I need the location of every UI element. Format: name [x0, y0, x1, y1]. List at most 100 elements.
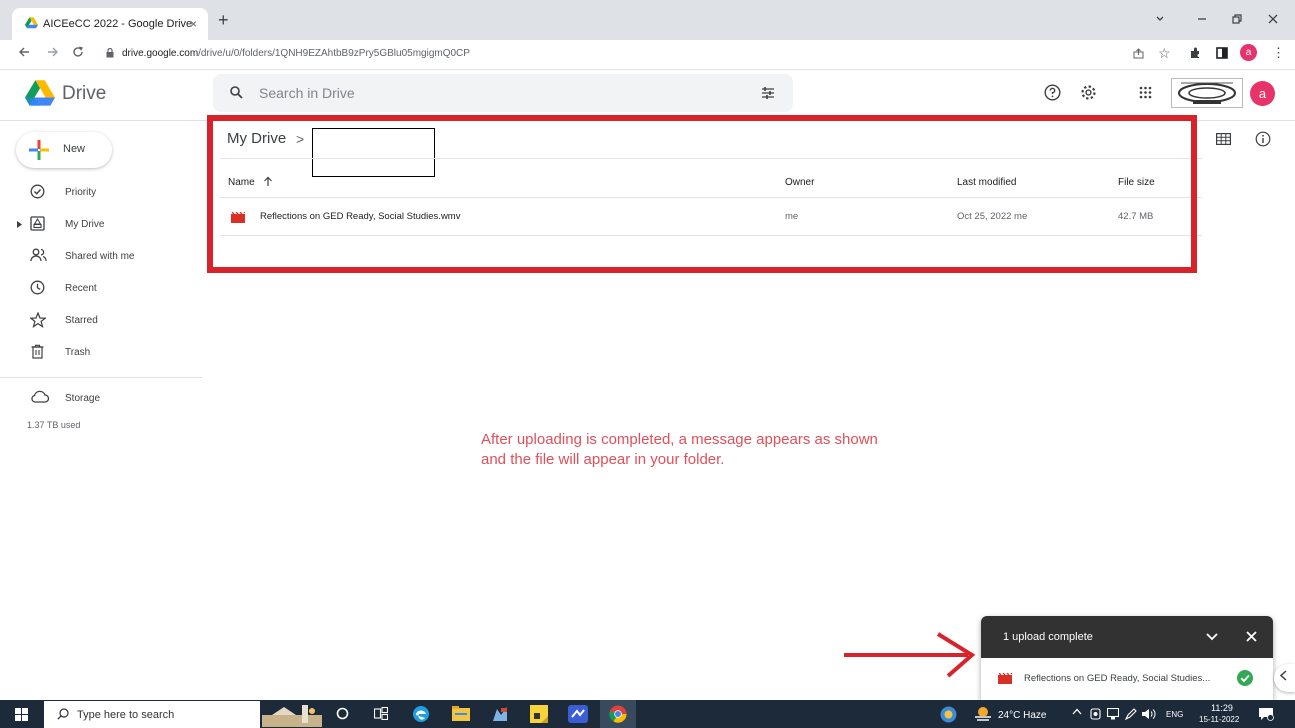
- store-app-icon[interactable]: [491, 705, 509, 722]
- sidebar-item-label: Recent: [65, 283, 97, 294]
- upload-status-panel: 1 upload complete Reflections on GED Rea…: [981, 616, 1273, 700]
- tab-title: AICEeCC 2022 - Google Drive: [43, 18, 193, 30]
- profile-avatar[interactable]: a: [1240, 44, 1257, 61]
- annotation-arrow-icon: [842, 630, 978, 680]
- search-bar[interactable]: Search in Drive: [213, 74, 793, 112]
- browser-tab-strip: AICEeCC 2022 - Google Drive × +: [0, 0, 1295, 40]
- settings-gear-icon[interactable]: [1080, 84, 1097, 101]
- tray-overflow-chevron-icon[interactable]: [1072, 708, 1082, 715]
- taskbar-search-input[interactable]: Type here to search: [77, 709, 174, 721]
- collapse-chevron-icon[interactable]: [1206, 633, 1218, 641]
- app-icon[interactable]: [568, 705, 588, 723]
- sidebar-item-label: My Drive: [65, 219, 105, 230]
- restore-icon[interactable]: [1232, 14, 1242, 24]
- volume-icon[interactable]: [1142, 708, 1156, 720]
- task-view-icon[interactable]: [374, 707, 388, 720]
- window-close-icon[interactable]: [1268, 14, 1278, 24]
- expand-arrow-icon[interactable]: [17, 221, 22, 228]
- browser-tab[interactable]: AICEeCC 2022 - Google Drive ×: [12, 8, 208, 40]
- side-panel-icon[interactable]: [1216, 47, 1228, 59]
- tab-close-icon[interactable]: ×: [190, 17, 197, 31]
- sidebar-item-trash[interactable]: Trash: [0, 340, 200, 366]
- notifications-icon[interactable]: [1258, 707, 1274, 721]
- search-highlights-image-icon[interactable]: [262, 703, 322, 727]
- windows-start-icon[interactable]: [15, 708, 28, 721]
- clock-icon: [30, 280, 45, 295]
- network-icon[interactable]: [1107, 708, 1119, 720]
- close-panel-icon[interactable]: [1246, 631, 1257, 642]
- search-options-icon[interactable]: [761, 86, 775, 100]
- file-explorer-icon[interactable]: [452, 706, 470, 721]
- help-icon[interactable]: [1044, 84, 1061, 101]
- shared-icon: [30, 248, 47, 263]
- bookmark-star-icon[interactable]: ☆: [1158, 45, 1171, 62]
- sidebar-item-label: Trash: [65, 347, 91, 358]
- sidebar-item-priority[interactable]: Priority: [0, 180, 200, 206]
- uploaded-file-name[interactable]: Reflections on GED Ready, Social Studies…: [1024, 673, 1210, 684]
- clock-date[interactable]: 15-11-2022: [1199, 715, 1239, 724]
- pen-icon[interactable]: [1125, 708, 1137, 720]
- sidebar-divider: [0, 377, 202, 378]
- cortana-icon[interactable]: [336, 707, 349, 720]
- chrome-icon: [609, 705, 627, 723]
- edge-browser-icon[interactable]: [412, 705, 430, 723]
- drive-title[interactable]: Drive: [62, 83, 106, 105]
- grid-view-icon[interactable]: [1216, 133, 1231, 145]
- browser-toolbar: drive.google.com/drive/u/0/folders/1QNH9…: [0, 40, 1295, 70]
- my-drive-icon: [30, 216, 45, 231]
- windows-taskbar: Type here to search 24°C Haze ENG 11:29 …: [0, 700, 1295, 728]
- reload-icon[interactable]: [72, 46, 84, 58]
- sidebar-item-label: Starred: [65, 315, 98, 326]
- chrome-taskbar-button[interactable]: [600, 700, 636, 728]
- extensions-icon[interactable]: [1189, 47, 1201, 59]
- trash-icon: [30, 344, 45, 359]
- address-bar[interactable]: drive.google.com/drive/u/0/folders/1QNH9…: [122, 48, 470, 59]
- upload-panel-header: 1 upload complete: [981, 616, 1273, 658]
- sidebar-item-starred[interactable]: Starred: [0, 308, 200, 334]
- annotation-line-1: After uploading is completed, a message …: [481, 431, 878, 448]
- sidebar-item-my-drive[interactable]: My Drive: [0, 212, 200, 238]
- new-tab-button[interactable]: +: [218, 11, 229, 29]
- search-icon: [57, 708, 69, 720]
- language-indicator[interactable]: ENG: [1166, 710, 1183, 719]
- taskbar-search-box[interactable]: Type here to search: [44, 701, 260, 728]
- sidebar-item-recent[interactable]: Recent: [0, 276, 200, 302]
- drive-favicon-icon: [25, 17, 38, 29]
- info-icon[interactable]: [1255, 131, 1271, 147]
- url-path: /drive/u/0/folders/1QNH9EZAhtbB9zPry5GBl…: [198, 48, 470, 59]
- organization-logo-icon[interactable]: [1171, 78, 1243, 108]
- tray-app-icon[interactable]: [1090, 708, 1101, 720]
- share-icon[interactable]: [1133, 48, 1144, 59]
- priority-icon: [30, 184, 45, 199]
- browser-menu-icon[interactable]: ⋮: [1272, 45, 1285, 61]
- plus-icon: [29, 140, 49, 160]
- drive-logo-icon[interactable]: [25, 80, 55, 107]
- weather-haze-icon[interactable]: [974, 705, 992, 721]
- tab-search-icon[interactable]: [1155, 14, 1165, 24]
- sticky-notes-icon[interactable]: [530, 705, 548, 723]
- video-file-icon: [998, 673, 1012, 684]
- forward-icon[interactable]: [47, 46, 59, 58]
- side-panel-toggle-icon[interactable]: [1274, 664, 1295, 692]
- sidebar-item-label: Priority: [65, 187, 97, 198]
- url-host: drive.google.com: [122, 48, 199, 59]
- search-icon[interactable]: [230, 86, 243, 99]
- weather-text[interactable]: 24°C Haze: [998, 710, 1046, 721]
- star-icon: [30, 312, 46, 328]
- upload-status-title: 1 upload complete: [1003, 631, 1093, 643]
- clock-time[interactable]: 11:29: [1211, 703, 1233, 713]
- storage-label: Storage: [65, 393, 101, 404]
- annotation-line-2: and the file will appear in your folder.: [481, 451, 725, 468]
- new-button-label: New: [63, 143, 86, 155]
- account-avatar[interactable]: a: [1250, 81, 1275, 106]
- help-tips-icon[interactable]: [940, 706, 957, 723]
- new-button[interactable]: New: [16, 132, 112, 168]
- back-icon[interactable]: [18, 46, 30, 58]
- apps-grid-icon[interactable]: [1139, 86, 1152, 99]
- sidebar-item-shared-with-me[interactable]: Shared with me: [0, 244, 200, 270]
- search-input[interactable]: Search in Drive: [259, 85, 355, 101]
- minimize-icon[interactable]: [1197, 14, 1207, 24]
- tutorial-annotation: After uploading is completed, a message …: [481, 430, 1021, 470]
- sidebar-item-storage[interactable]: Storage: [0, 386, 200, 412]
- lock-icon[interactable]: [106, 48, 114, 58]
